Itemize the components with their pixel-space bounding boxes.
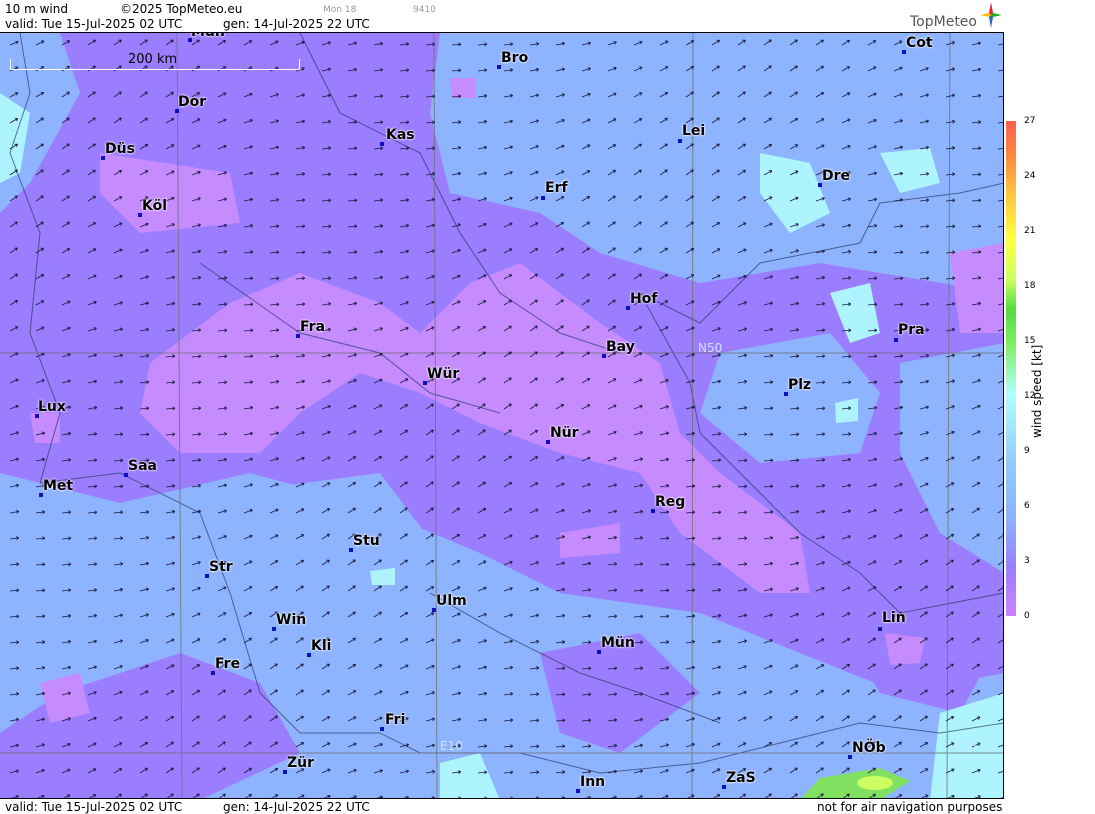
city-label-inn[interactable]: Inn xyxy=(580,774,605,790)
city-dot-lin xyxy=(878,627,882,631)
city-label-noeb[interactable]: NÖb xyxy=(852,740,886,756)
city-label-muenchen[interactable]: Mün xyxy=(601,635,635,651)
city-dot-lei xyxy=(678,139,682,143)
city-label-muenster[interactable]: Mün xyxy=(191,33,225,40)
legend-tick-27: 27 xyxy=(1024,116,1036,126)
city-label-pra[interactable]: Pra xyxy=(898,322,925,338)
valid-time: valid: Tue 15-Jul-2025 02 UTC xyxy=(5,17,183,31)
city-label-zas[interactable]: ZaS xyxy=(726,770,756,786)
city-label-hof[interactable]: Hof xyxy=(630,291,657,307)
city-label-saa[interactable]: Saa xyxy=(128,458,157,474)
city-label-lei[interactable]: Lei xyxy=(682,123,705,139)
city-label-reg[interactable]: Reg xyxy=(655,494,685,510)
city-label-met[interactable]: Met xyxy=(43,478,73,494)
legend-tick-9: 9 xyxy=(1024,446,1030,456)
legend-tick-21: 21 xyxy=(1024,226,1036,236)
city-dot-erf xyxy=(541,196,545,200)
city-label-wuer[interactable]: Wür xyxy=(427,366,459,382)
scale-bar-label: 200 km xyxy=(128,52,178,67)
city-label-fri[interactable]: Fri xyxy=(385,712,405,728)
code-label: 9410 xyxy=(413,5,436,15)
generated-time: gen: 14-Jul-2025 22 UTC xyxy=(223,17,370,31)
compass-star-icon xyxy=(980,2,1002,28)
city-label-kli[interactable]: Kli xyxy=(311,638,331,654)
legend-tick-3: 3 xyxy=(1024,556,1030,566)
city-dot-kas xyxy=(380,142,384,146)
wind-map[interactable]: 200 km N50 E10 E15 Mün Bro Cot Dor Kas L… xyxy=(0,32,1004,799)
topmeteo-logo: TopMeteo xyxy=(910,14,977,30)
legend-tick-6: 6 xyxy=(1024,501,1030,511)
legend-tick-0: 0 xyxy=(1024,611,1030,621)
footer-valid-time: valid: Tue 15-Jul-2025 02 UTC xyxy=(5,800,183,814)
city-dot-pra xyxy=(894,338,898,342)
city-label-kas[interactable]: Kas xyxy=(386,127,415,143)
footer-generated-time: gen: 14-Jul-2025 22 UTC xyxy=(223,800,370,814)
city-label-fre[interactable]: Fre xyxy=(215,656,240,672)
day-label: Mon 18 xyxy=(323,5,357,15)
city-label-lux[interactable]: Lux xyxy=(38,399,66,415)
city-label-dor[interactable]: Dor xyxy=(178,94,206,110)
city-label-cot[interactable]: Cot xyxy=(906,35,933,51)
city-label-str[interactable]: Str xyxy=(209,559,233,575)
city-label-stu[interactable]: Stu xyxy=(353,533,380,549)
city-label-zuer[interactable]: Zür xyxy=(287,755,314,771)
city-label-nuer[interactable]: Nür xyxy=(550,425,579,441)
grid-label-e10: E10 xyxy=(440,739,463,753)
legend-tick-24: 24 xyxy=(1024,171,1036,181)
legend-tick-18: 18 xyxy=(1024,281,1036,291)
copyright: ©2025 TopMeteo.eu xyxy=(120,2,243,16)
legend-title: wind speed [kt] xyxy=(1030,344,1044,438)
city-dot-fri xyxy=(380,727,384,731)
city-label-bro[interactable]: Bro xyxy=(501,50,528,66)
city-label-fra[interactable]: Fra xyxy=(300,319,325,335)
product-title: 10 m wind xyxy=(5,2,68,16)
city-label-lin[interactable]: Lin xyxy=(882,610,906,626)
city-label-bay[interactable]: Bay xyxy=(606,339,635,355)
city-label-plz[interactable]: Plz xyxy=(788,377,811,393)
city-label-koel[interactable]: Köl xyxy=(142,198,167,214)
grid-label-e15: E15 xyxy=(954,739,977,753)
grid-label-n50: N50 xyxy=(698,341,723,355)
city-label-ulm[interactable]: Ulm xyxy=(436,593,467,609)
city-label-win[interactable]: Win xyxy=(276,612,306,628)
wind-speed-colorbar xyxy=(1006,121,1016,616)
city-label-dre[interactable]: Dre xyxy=(822,168,850,184)
city-label-dues[interactable]: Düs xyxy=(105,141,135,157)
footer-notice: not for air navigation purposes xyxy=(817,800,1003,814)
city-label-erf[interactable]: Erf xyxy=(545,180,568,196)
wind-field xyxy=(0,33,1003,798)
